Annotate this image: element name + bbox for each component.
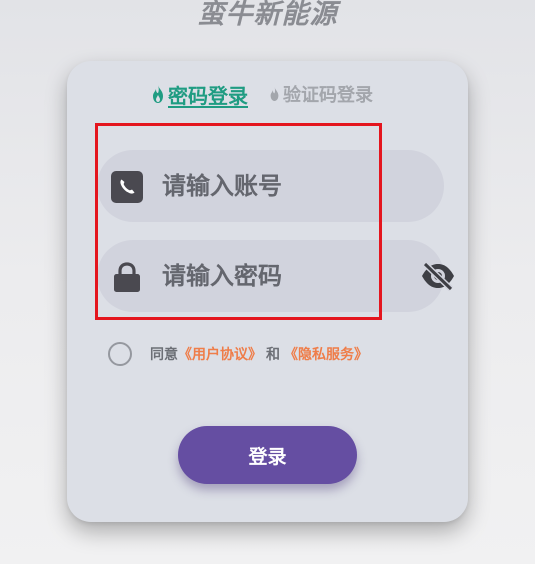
account-field [97,150,444,222]
tab-password-login[interactable]: 密码登录 [151,81,248,108]
flame-icon [153,85,163,103]
login-button[interactable]: 登录 [178,426,357,484]
flame-icon [270,87,279,101]
agreement-row: 同意 《用户协议》 和 《隐私服务》 [108,341,368,367]
user-agreement-link[interactable]: 《用户协议》 [178,344,262,364]
app-title: 蛮牛新能源 [197,0,338,30]
password-input[interactable] [162,254,372,298]
tab-code-login[interactable]: 验证码登录 [269,81,373,107]
agree-joiner: 和 [266,347,280,363]
account-input[interactable] [162,164,372,208]
agree-prefix: 同意 [150,347,178,363]
eye-off-icon[interactable] [420,261,456,291]
tab-password-login-label: 密码登录 [168,83,248,108]
phone-icon [111,171,143,203]
agree-radio[interactable] [108,342,132,366]
privacy-link[interactable]: 《隐私服务》 [284,344,368,364]
password-field [97,240,454,312]
tab-code-login-label: 验证码登录 [283,85,373,106]
lock-icon [114,262,140,292]
